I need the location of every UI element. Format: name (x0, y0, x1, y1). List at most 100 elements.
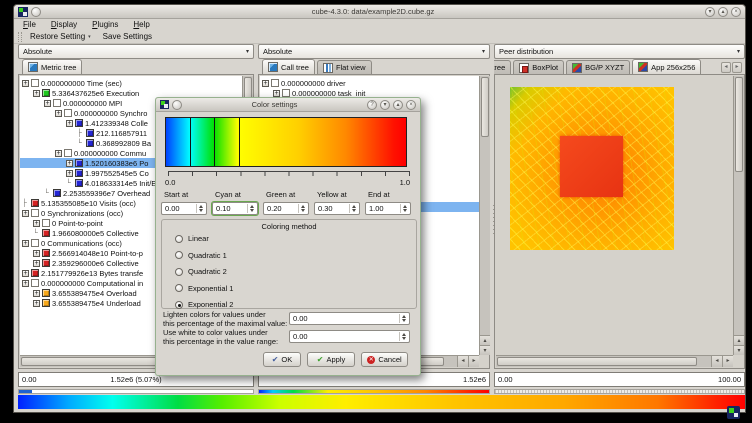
expander-icon[interactable]: + (44, 100, 51, 107)
radio-icon[interactable] (175, 301, 183, 309)
expander-icon[interactable]: + (33, 260, 40, 267)
tab-scroll-right-icon[interactable]: ▸ (732, 62, 742, 73)
tree-row[interactable]: +0.000000000 Time (sec) (20, 78, 242, 88)
heatmap-view[interactable] (510, 87, 674, 250)
value-mode-combo-middle[interactable]: Absolute ▾ (258, 44, 490, 59)
method-option-exponential-2[interactable]: Exponential 2 (175, 300, 233, 309)
tab-boxplot[interactable]: BoxPlot (513, 60, 564, 74)
chevron-down-icon: ▾ (737, 48, 740, 55)
expander-icon[interactable]: + (33, 290, 40, 297)
tab-scroll-left-icon[interactable]: ◂ (721, 62, 731, 73)
expander-icon[interactable]: + (22, 80, 29, 87)
scrollbar-handle[interactable] (497, 357, 697, 366)
minimize-icon[interactable]: ▾ (705, 7, 715, 17)
white-label: Use white to color values underthis perc… (163, 328, 278, 346)
cyan-at-spinbox[interactable]: 0.10 (212, 202, 258, 215)
yellow-marker[interactable] (239, 118, 240, 166)
end-at-spinbox[interactable]: 1.00 (365, 202, 411, 215)
maximize-icon[interactable]: ▴ (718, 7, 728, 17)
scroll-down-icon[interactable]: ▾ (734, 345, 744, 355)
cyan-marker[interactable] (190, 118, 191, 166)
tab-app-256x256[interactable]: App 256x256 (632, 59, 701, 74)
green-at-spinbox[interactable]: 0.20 (263, 202, 309, 215)
expander-icon[interactable]: + (273, 90, 280, 97)
spinner-arrows-icon[interactable] (399, 314, 408, 323)
spinner-arrows-icon[interactable] (298, 204, 307, 213)
close-icon[interactable]: × (406, 100, 416, 110)
system-vscrollbar[interactable]: ▴▾ (733, 76, 744, 355)
yellow-at-spinbox[interactable]: 0.30 (314, 202, 360, 215)
value-mode-combo-right[interactable]: Peer distribution ▾ (494, 44, 745, 59)
call-vscrollbar[interactable]: ▴▾ (479, 76, 490, 355)
radio-icon[interactable] (175, 235, 183, 243)
radio-icon[interactable] (175, 251, 183, 259)
dialog-menu-button[interactable] (172, 100, 182, 110)
toolbar-handle[interactable] (18, 32, 22, 42)
expander-icon[interactable]: + (66, 160, 73, 167)
expander-icon[interactable]: + (22, 240, 29, 247)
spinner-arrows-icon[interactable] (247, 204, 256, 213)
expander-icon[interactable]: + (262, 80, 269, 87)
scroll-down-icon[interactable]: ▾ (480, 345, 490, 355)
system-hscrollbar[interactable]: ◂▸ (496, 355, 733, 367)
tab-m-tree[interactable]: m tree (494, 60, 511, 74)
minimize-icon[interactable]: ▾ (380, 100, 390, 110)
expander-icon[interactable]: + (33, 220, 40, 227)
menu-plugins[interactable]: Plugins (92, 20, 118, 29)
cube-taskbar-icon[interactable] (727, 406, 740, 419)
white-spinbox[interactable]: 0.00 (289, 330, 410, 343)
scroll-left-icon[interactable]: ◂ (711, 356, 722, 367)
help-icon[interactable]: ? (367, 100, 377, 110)
tab-call-tree[interactable]: Call tree (262, 59, 315, 74)
spinner-arrows-icon[interactable] (196, 204, 205, 213)
start-at-spinbox[interactable]: 0.00 (161, 202, 207, 215)
green-marker[interactable] (214, 118, 215, 166)
ok-button[interactable]: ✔ OK (263, 352, 301, 367)
tab-metric-tree[interactable]: Metric tree (22, 59, 82, 74)
restore-setting-label: Restore Setting (30, 32, 85, 41)
expander-icon[interactable]: + (55, 110, 62, 117)
combo-value: Peer distribution (499, 47, 553, 56)
lighten-spinbox[interactable]: 0.00 (289, 312, 410, 325)
scrollbar-handle[interactable] (735, 77, 743, 172)
value-mode-combo-left[interactable]: Absolute ▾ (18, 44, 254, 59)
method-option-quadratic-1[interactable]: Quadratic 1 (175, 251, 227, 260)
menu-display[interactable]: Display (51, 20, 77, 29)
close-icon[interactable]: × (731, 7, 741, 17)
save-settings-button[interactable]: Save Settings (99, 31, 156, 42)
scrollbar-handle[interactable] (481, 77, 489, 137)
expander-icon[interactable]: + (22, 280, 29, 287)
spinner-arrows-icon[interactable] (400, 204, 409, 213)
scroll-up-icon[interactable]: ▴ (480, 335, 490, 345)
radio-icon[interactable] (175, 284, 183, 292)
window-menu-button[interactable] (31, 7, 41, 17)
method-option-linear[interactable]: Linear (175, 234, 209, 243)
expander-icon[interactable]: + (55, 150, 62, 157)
spinner-arrows-icon[interactable] (349, 204, 358, 213)
expander-icon[interactable]: + (66, 170, 73, 177)
scroll-left-icon[interactable]: ◂ (457, 356, 468, 367)
maximize-icon[interactable]: ▴ (393, 100, 403, 110)
menu-help[interactable]: Help (133, 20, 149, 29)
scroll-right-icon[interactable]: ▸ (722, 356, 733, 367)
method-option-exponential-1[interactable]: Exponential 1 (175, 284, 233, 293)
tab-bg-p-xyzt[interactable]: BG/P XYZT (566, 60, 630, 74)
spin-label: Cyan at (212, 190, 258, 199)
expander-icon[interactable]: + (33, 300, 40, 307)
method-option-quadratic-2[interactable]: Quadratic 2 (175, 267, 227, 276)
tab-flat-view[interactable]: Flat view (317, 60, 372, 74)
apply-button[interactable]: ✔ Apply (307, 352, 355, 367)
tree-row[interactable]: +0.000000000 driver (260, 78, 479, 88)
expander-icon[interactable]: + (22, 210, 29, 217)
expander-icon[interactable]: + (33, 90, 40, 97)
radio-icon[interactable] (175, 268, 183, 276)
expander-icon[interactable]: + (33, 250, 40, 257)
expander-icon[interactable]: + (22, 270, 29, 277)
restore-setting-button[interactable]: Restore Setting ▾ (26, 31, 95, 42)
cancel-button[interactable]: ✕ Cancel (361, 352, 408, 367)
spinner-arrows-icon[interactable] (399, 332, 408, 341)
scroll-up-icon[interactable]: ▴ (734, 335, 744, 345)
expander-icon[interactable]: + (66, 120, 73, 127)
menu-file[interactable]: File (23, 20, 36, 29)
scroll-right-icon[interactable]: ▸ (468, 356, 479, 367)
